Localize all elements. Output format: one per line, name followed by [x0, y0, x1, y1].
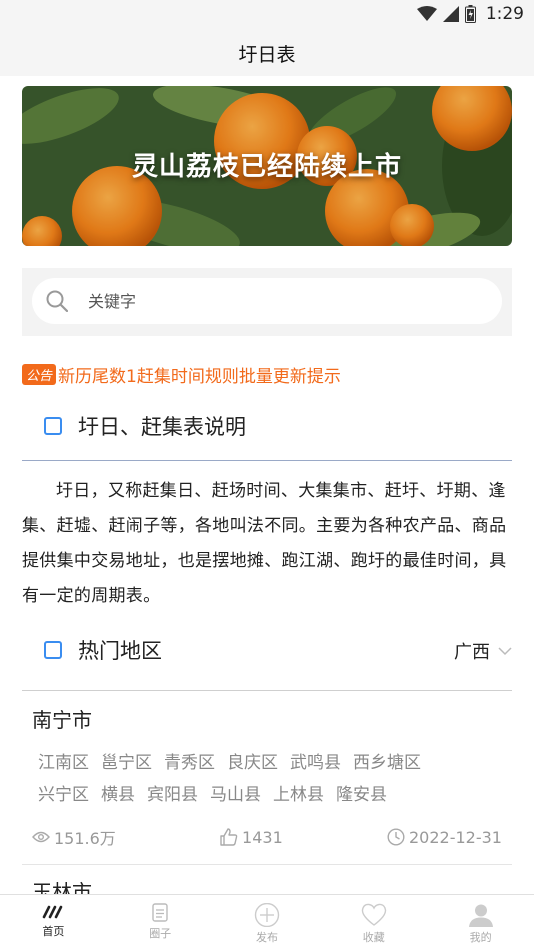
chevron-down-icon — [498, 647, 512, 656]
circle-doc-icon — [152, 903, 168, 922]
tab-label: 我的 — [469, 931, 492, 944]
intro-heading: 圩日、赶集表说明 — [22, 404, 512, 448]
search-input[interactable] — [88, 291, 468, 311]
status-icons: 1:29 — [416, 4, 524, 24]
status-time: 1:29 — [485, 4, 524, 24]
bottom-tab-bar: 首页 圈子 发布 收藏 我的 — [0, 894, 534, 950]
district-link[interactable]: 良庆区 — [227, 750, 278, 776]
intro-body: 圩日，又称赶集日、赶场时间、大集集市、赶圩、圩期、逢集、赶墟、赶闹子等，各地叫法… — [22, 481, 507, 606]
hot-regions-heading: 热门地区 — [22, 628, 512, 672]
signal-icon — [442, 6, 459, 22]
tab-favorites[interactable]: 收藏 — [320, 895, 427, 950]
eye-icon — [32, 831, 50, 843]
notice-tag: 公告 — [22, 364, 57, 385]
district-list: 江南区 邕宁区 青秀区 良庆区 武鸣县 西乡塘区 兴宁区 横县 宾阳县 马山县 … — [38, 750, 478, 808]
views-count: 151.6万 — [54, 829, 116, 848]
tab-label: 首页 — [42, 925, 65, 938]
district-link[interactable]: 江南区 — [38, 750, 89, 776]
divider — [22, 460, 512, 461]
district-link[interactable]: 邕宁区 — [101, 750, 152, 776]
tab-publish[interactable]: 发布 — [214, 895, 321, 950]
intro-heading-text: 圩日、赶集表说明 — [78, 415, 246, 439]
tab-home[interactable]: 首页 — [0, 895, 107, 950]
notice-bar[interactable]: 公告 新历尾数1赶集时间规则批量更新提示 — [22, 362, 341, 387]
divider — [22, 690, 512, 691]
heart-icon — [361, 903, 386, 926]
tab-profile[interactable]: 我的 — [427, 895, 534, 950]
wifi-icon — [416, 6, 437, 21]
square-icon — [44, 417, 62, 435]
district-link[interactable]: 横县 — [101, 782, 135, 808]
tab-label: 发布 — [255, 931, 278, 944]
district-link[interactable]: 上林县 — [273, 782, 324, 808]
date-stat: 2022-12-31 — [387, 828, 502, 847]
notice-text[interactable]: 新历尾数1赶集时间规则批量更新提示 — [58, 362, 341, 387]
clock-icon — [387, 828, 405, 846]
views-stat: 151.6万 — [32, 825, 116, 849]
likes-stat[interactable]: 1431 — [220, 828, 283, 847]
city-stats: 151.6万 1431 2022-12-31 — [32, 824, 502, 850]
home-icon — [43, 905, 63, 919]
tab-label: 圈子 — [149, 927, 172, 940]
page-title: 圩日表 — [238, 43, 296, 66]
district-link[interactable]: 兴宁区 — [38, 782, 89, 808]
district-link[interactable]: 西乡塘区 — [353, 750, 421, 776]
district-link[interactable]: 武鸣县 — [290, 750, 341, 776]
search-box[interactable] — [32, 278, 502, 324]
title-bar: 圩日表 — [0, 30, 534, 76]
city-name[interactable]: 南宁市 — [32, 704, 92, 733]
battery-icon — [464, 5, 476, 23]
likes-count: 1431 — [242, 827, 283, 847]
search-icon — [46, 290, 68, 312]
city-name[interactable]: 玉林市 — [32, 876, 92, 896]
banner[interactable]: 灵山荔枝已经陆续上市 — [22, 86, 512, 246]
province-dropdown[interactable]: 广西 — [454, 638, 512, 664]
plus-circle-icon — [254, 903, 280, 927]
district-link[interactable]: 隆安县 — [336, 782, 387, 808]
status-bar: 1:29 — [0, 0, 534, 30]
search-area — [22, 268, 512, 336]
district-link[interactable]: 宾阳县 — [147, 782, 198, 808]
square-icon — [44, 641, 62, 659]
province-selected: 广西 — [454, 642, 490, 663]
district-link[interactable]: 马山县 — [210, 782, 261, 808]
divider — [22, 864, 512, 865]
update-date: 2022-12-31 — [409, 827, 502, 847]
tab-circle[interactable]: 圈子 — [107, 895, 214, 950]
thumbs-up-icon — [220, 828, 238, 846]
tab-label: 收藏 — [362, 931, 385, 944]
banner-caption: 灵山荔枝已经陆续上市 — [131, 152, 402, 182]
user-icon — [468, 904, 493, 927]
hot-regions-heading-text: 热门地区 — [78, 639, 162, 663]
district-link[interactable]: 青秀区 — [164, 750, 215, 776]
